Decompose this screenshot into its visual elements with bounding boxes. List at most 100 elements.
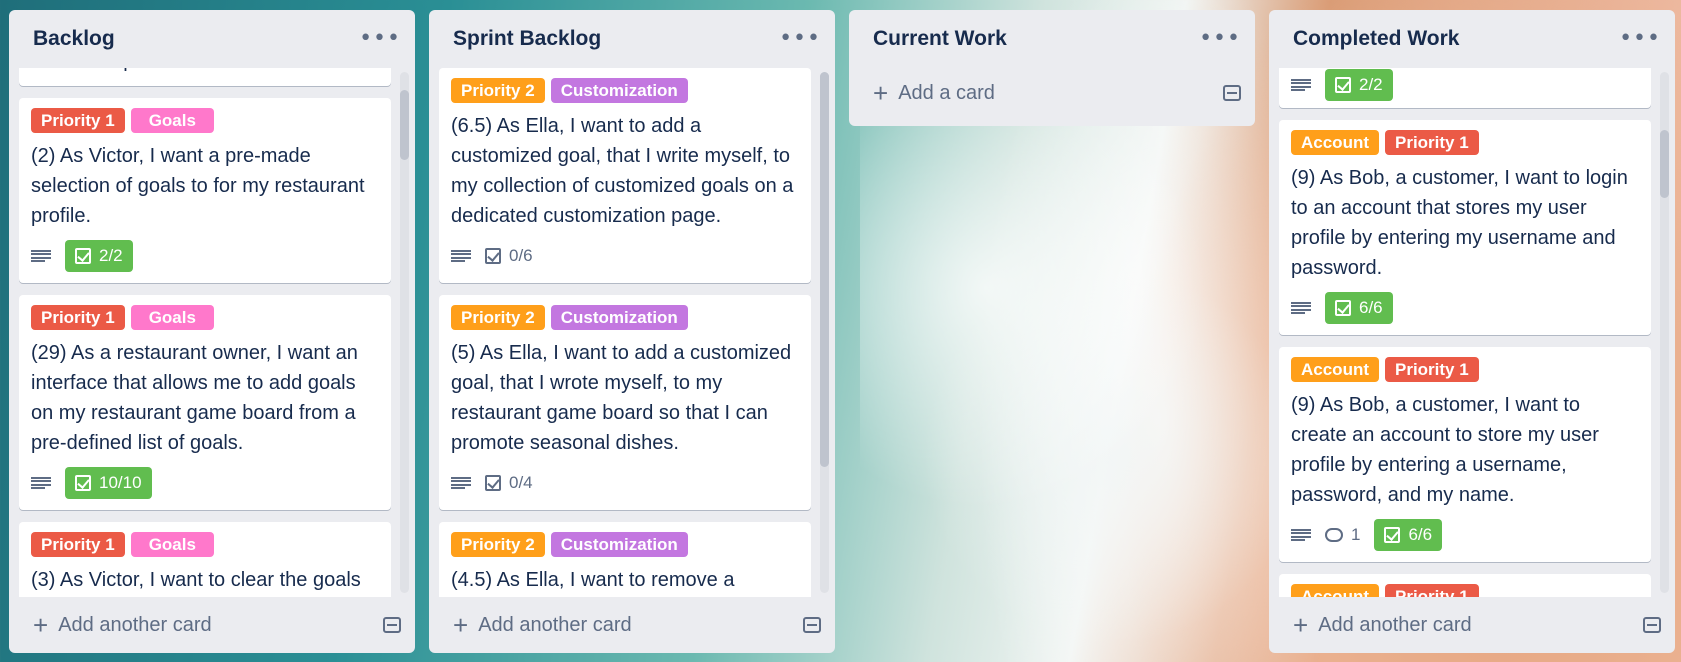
- ellipsis-icon[interactable]: •••: [1619, 28, 1661, 50]
- card[interactable]: Priority 2 Customization (5) As Ella, I …: [439, 295, 811, 510]
- description-icon: [451, 475, 471, 491]
- checklist-icon: [1335, 77, 1351, 93]
- add-card-button[interactable]: + Add another card: [9, 597, 415, 653]
- checklist-badge: 10/10: [65, 467, 152, 499]
- description-icon: [31, 248, 51, 264]
- list-title[interactable]: Sprint Backlog: [453, 27, 601, 51]
- card-badges: 0/6: [451, 239, 799, 273]
- list-header: Backlog •••: [9, 10, 415, 68]
- checklist-count: 0/4: [509, 473, 533, 492]
- ellipsis-icon[interactable]: •••: [359, 28, 401, 50]
- scrollbar[interactable]: [820, 72, 829, 593]
- card-template-icon[interactable]: [383, 617, 401, 633]
- card[interactable]: Priority 2 Customization (6.5) As Ella, …: [439, 68, 811, 283]
- label-goals[interactable]: Goals: [130, 108, 214, 133]
- card-badges: 2/2: [1291, 68, 1639, 102]
- label-priority-1[interactable]: Priority 1: [1385, 357, 1479, 382]
- card[interactable]: Priority 1 Goals (2) As Victor, I want a…: [19, 98, 391, 283]
- label-goals[interactable]: Goals: [130, 532, 214, 557]
- list-current-work: Current Work ••• + Add a card: [849, 10, 1255, 126]
- card-badges: 0/4: [451, 466, 799, 500]
- card[interactable]: Account Priority 1: [1279, 574, 1651, 597]
- add-card-label: Add a card: [898, 81, 995, 104]
- checklist-badge: 0/4: [485, 467, 543, 499]
- ellipsis-icon[interactable]: •••: [1199, 28, 1241, 50]
- checklist-icon: [75, 248, 91, 264]
- card-text: (4.5) As Ella, I want to remove a custom…: [451, 569, 735, 591]
- label-priority-2[interactable]: Priority 2: [451, 305, 545, 330]
- card[interactable]: Priority 1 Goals (3) As Victor, I want t…: [19, 522, 391, 597]
- checklist-icon: [485, 475, 501, 491]
- ellipsis-icon[interactable]: •••: [779, 28, 821, 50]
- list-cards[interactable]: Priority 2 Customization (6.5) As Ella, …: [429, 68, 835, 597]
- comment-badge: 1: [1325, 525, 1360, 545]
- list-completed-work: Completed Work ••• 2/2 Account Priority …: [1269, 10, 1675, 653]
- description-icon: [451, 248, 471, 264]
- list-cards[interactable]: dedicated profile interface. Priority 1 …: [9, 68, 415, 597]
- scrollbar-thumb[interactable]: [820, 72, 829, 467]
- list-header: Current Work •••: [849, 10, 1255, 68]
- add-card-button[interactable]: + Add another card: [1269, 597, 1675, 653]
- label-account[interactable]: Account: [1291, 130, 1379, 155]
- label-customization[interactable]: Customization: [550, 532, 688, 557]
- card[interactable]: Priority 1 Goals (29) As a restaurant ow…: [19, 295, 391, 510]
- add-card-button[interactable]: + Add another card: [429, 597, 835, 653]
- checklist-badge: 6/6: [1374, 519, 1443, 551]
- add-card-button[interactable]: + Add a card: [849, 68, 1255, 118]
- background-image: [860, 120, 1280, 662]
- checklist-icon: [1384, 527, 1401, 543]
- card-badges: 2/2: [31, 239, 379, 273]
- card-template-icon[interactable]: [1643, 617, 1661, 633]
- list-header: Sprint Backlog •••: [429, 10, 835, 68]
- card-template-icon[interactable]: [1223, 85, 1241, 101]
- label-account[interactable]: Account: [1291, 357, 1379, 382]
- card[interactable]: Account Priority 1 (9) As Bob, a custome…: [1279, 120, 1651, 335]
- label-priority-2[interactable]: Priority 2: [451, 532, 545, 557]
- card[interactable]: Account Priority 1 (9) As Bob, a custome…: [1279, 347, 1651, 562]
- card-partial[interactable]: dedicated profile interface.: [19, 68, 391, 86]
- card-badges: 6/6: [1291, 291, 1639, 325]
- label-priority-1[interactable]: Priority 1: [1385, 130, 1479, 155]
- checklist-count: 2/2: [1359, 75, 1383, 94]
- label-account[interactable]: Account: [1291, 584, 1379, 597]
- list-backlog: Backlog ••• dedicated profile interface.…: [9, 10, 415, 653]
- checklist-count: 6/6: [1359, 298, 1383, 317]
- label-customization[interactable]: Customization: [550, 305, 688, 330]
- card-labels: Priority 2 Customization: [451, 532, 799, 557]
- checklist-count: 0/6: [509, 246, 533, 265]
- label-priority-1[interactable]: Priority 1: [31, 305, 125, 330]
- label-priority-1[interactable]: Priority 1: [1385, 584, 1479, 597]
- plus-icon: +: [1293, 610, 1309, 640]
- label-priority-2[interactable]: Priority 2: [451, 78, 545, 103]
- list-title[interactable]: Current Work: [873, 27, 1007, 51]
- scrollbar[interactable]: [1660, 72, 1669, 593]
- list-title[interactable]: Completed Work: [1293, 27, 1459, 51]
- card-text: dedicated profile interface.: [31, 68, 379, 76]
- card-partial[interactable]: 2/2: [1279, 68, 1651, 108]
- label-goals[interactable]: Goals: [130, 305, 214, 330]
- scrollbar-thumb[interactable]: [400, 90, 409, 160]
- checklist-icon: [75, 475, 91, 491]
- card-labels: Priority 1 Goals: [31, 108, 379, 133]
- checklist-icon: [485, 248, 501, 264]
- list-title[interactable]: Backlog: [33, 27, 115, 51]
- scrollbar-thumb[interactable]: [1660, 130, 1669, 198]
- label-customization[interactable]: Customization: [550, 78, 688, 103]
- card[interactable]: Priority 2 Customization (4.5) As Ella, …: [439, 522, 811, 597]
- card-template-icon[interactable]: [803, 617, 821, 633]
- label-priority-1[interactable]: Priority 1: [31, 532, 125, 557]
- list-cards[interactable]: 2/2 Account Priority 1 (9) As Bob, a cus…: [1269, 68, 1675, 597]
- checklist-count: 2/2: [99, 246, 123, 265]
- checklist-icon: [1335, 300, 1351, 316]
- checklist-badge: 6/6: [1325, 292, 1393, 324]
- card-text: (5) As Ella, I want to add a customized …: [451, 342, 792, 454]
- comment-count: 1: [1351, 525, 1361, 544]
- card-text: (9) As Bob, a customer, I want to login …: [1291, 167, 1628, 279]
- label-priority-1[interactable]: Priority 1: [31, 108, 125, 133]
- checklist-count: 6/6: [1408, 525, 1433, 544]
- scrollbar[interactable]: [400, 72, 409, 593]
- card-labels: Priority 2 Customization: [451, 78, 799, 103]
- comment-icon: [1325, 528, 1343, 542]
- checklist-count: 10/10: [99, 473, 142, 492]
- card-text: (2) As Victor, I want a pre-made selecti…: [31, 145, 365, 227]
